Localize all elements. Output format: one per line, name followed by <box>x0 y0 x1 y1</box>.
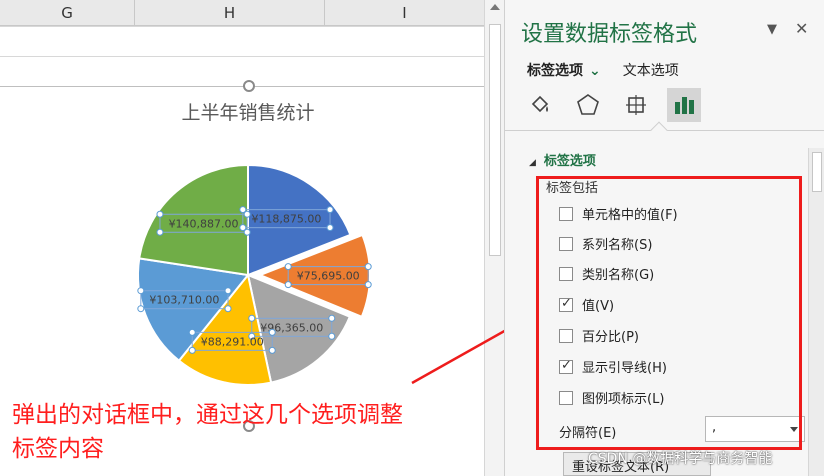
bar-chart-options-icon[interactable] <box>667 88 701 122</box>
annotation-highlight-box <box>536 176 802 450</box>
collapse-triangle-icon: ◢ <box>529 158 536 168</box>
pane-scroll-thumb[interactable] <box>812 152 822 192</box>
chevron-down-icon: ⌄ <box>589 63 601 79</box>
pane-vertical-scrollbar[interactable] <box>808 148 824 476</box>
tab-label-options-text: 标签选项 <box>527 63 583 79</box>
section-label-options[interactable]: ◢ 标签选项 <box>529 150 596 169</box>
section-title: 标签选项 <box>543 154 596 169</box>
pane-options-dropdown-icon[interactable]: ▼ <box>767 22 777 37</box>
pane-tabs: 标签选项 ⌄ 文本选项 <box>527 60 679 80</box>
fill-line-icon[interactable] <box>523 88 557 122</box>
watermark-text: CSDN @数据科学与商务智能 <box>588 451 773 467</box>
size-properties-icon[interactable] <box>619 88 653 122</box>
pane-category-icons <box>523 88 701 122</box>
tab-label-options[interactable]: 标签选项 ⌄ <box>527 60 601 80</box>
tab-text-options[interactable]: 文本选项 <box>623 60 679 80</box>
close-icon[interactable]: ✕ <box>795 19 808 38</box>
effects-pentagon-icon[interactable] <box>571 88 605 122</box>
pane-title: 设置数据标签格式 <box>521 22 698 47</box>
selected-tab-pointer <box>650 121 668 139</box>
